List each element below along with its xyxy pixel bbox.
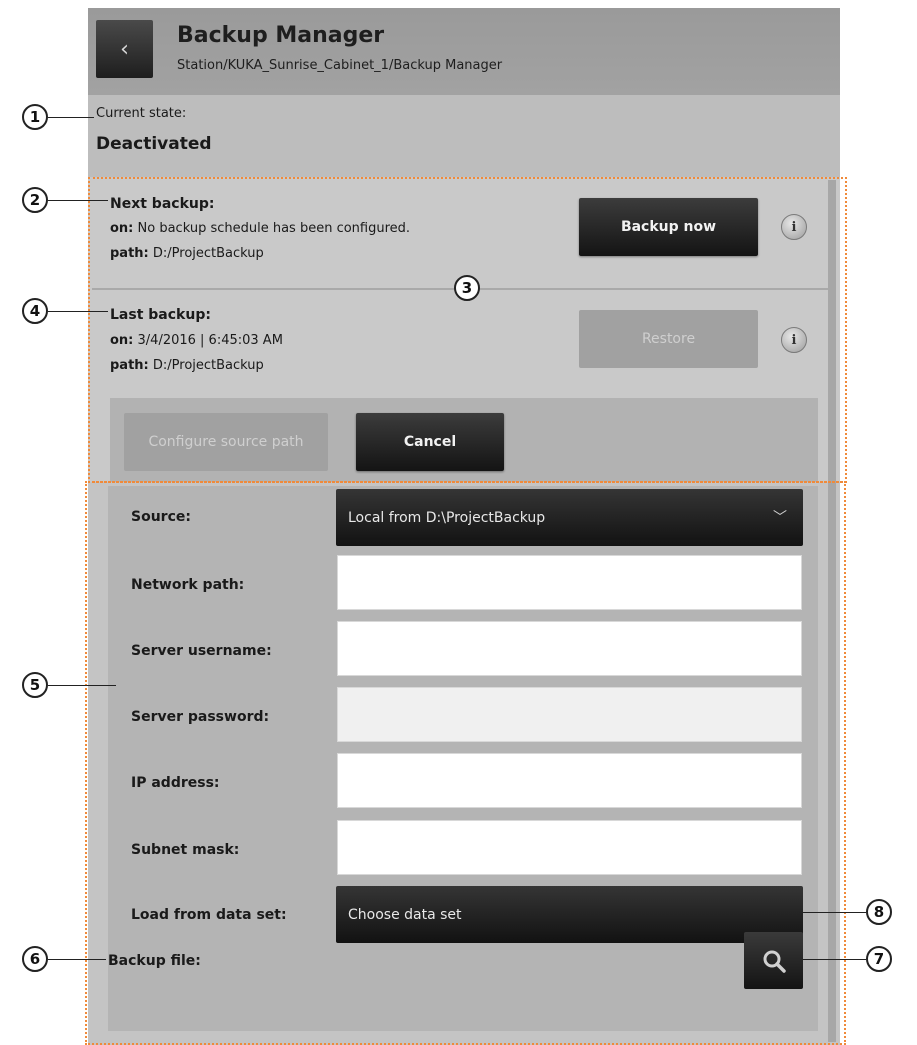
header-bar: [88, 8, 840, 95]
callout-4: 4: [22, 298, 48, 324]
callout-2: 2: [22, 187, 48, 213]
current-state-value: Deactivated: [96, 134, 212, 154]
callout-1: 1: [22, 104, 48, 130]
callout-region-5: [85, 481, 846, 1045]
callout-5-leader: [48, 685, 116, 686]
breadcrumb: Station/KUKA_Sunrise_Cabinet_1/Backup Ma…: [177, 58, 503, 73]
callout-region-3: [88, 177, 847, 483]
current-state-label: Current state:: [96, 106, 187, 121]
callout-7: 7: [866, 946, 892, 972]
callout-8: 8: [866, 899, 892, 925]
callout-6: 6: [22, 946, 48, 972]
back-button[interactable]: ‹: [96, 20, 153, 78]
callout-8-leader: [803, 912, 866, 913]
callout-3: 3: [454, 275, 480, 301]
callout-5: 5: [22, 672, 48, 698]
callout-2-leader: [48, 200, 108, 201]
callout-4-leader: [48, 311, 108, 312]
callout-1-leader: [48, 117, 94, 118]
page-title: Backup Manager: [177, 23, 385, 48]
callout-7-leader: [803, 959, 866, 960]
chevron-left-icon: ‹: [120, 36, 129, 62]
callout-6-leader: [48, 959, 106, 960]
